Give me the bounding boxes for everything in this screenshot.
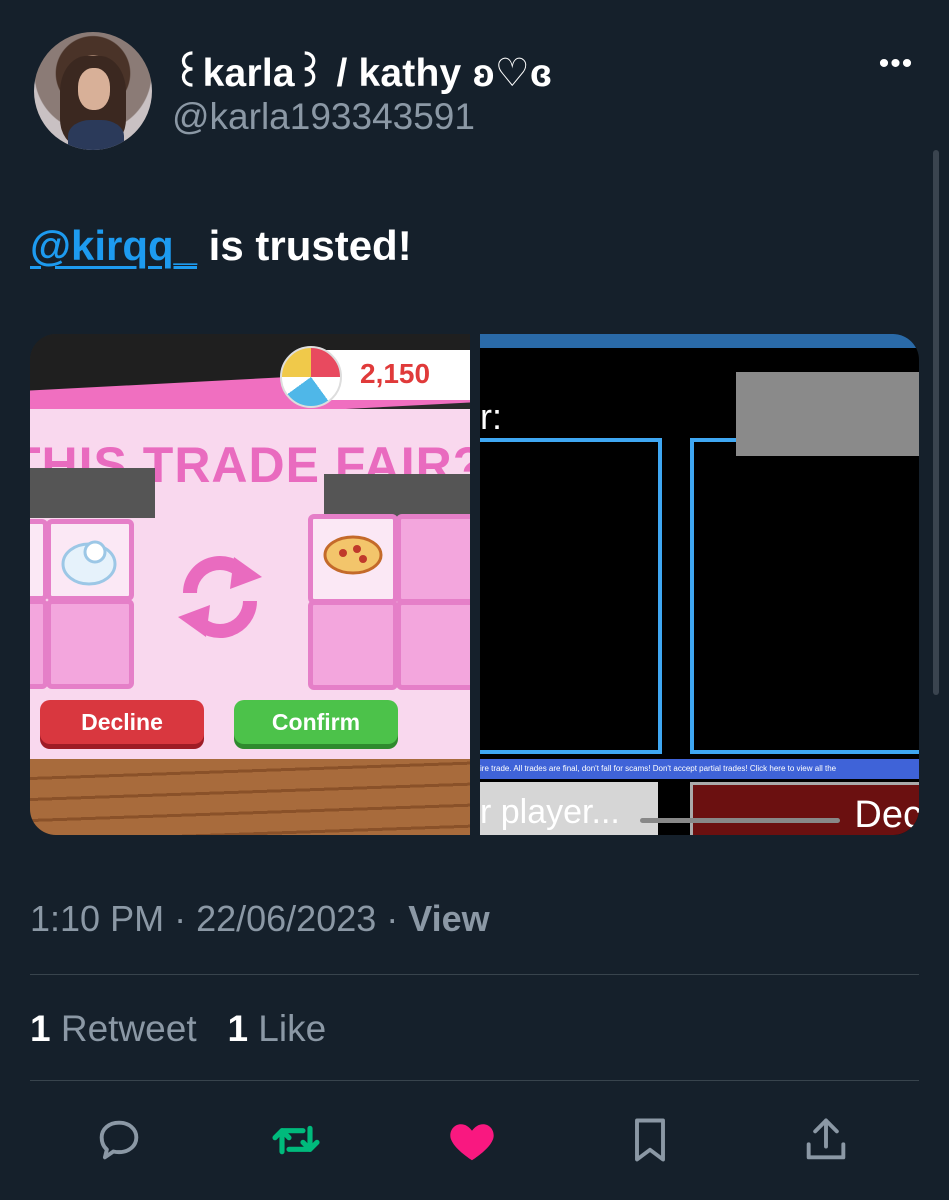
reply-icon [99, 1120, 139, 1160]
retweets-label: Retweet [60, 1008, 197, 1049]
heart-icon [450, 1124, 494, 1161]
divider [30, 974, 919, 975]
trade-slot [396, 514, 470, 604]
bookmark-icon [635, 1118, 665, 1162]
trade-slot [396, 600, 470, 690]
offer-box-right [690, 438, 919, 754]
offer-label: r: [480, 396, 502, 437]
pizza-icon [323, 535, 383, 575]
offer-box-left [480, 438, 662, 754]
wooden-floor [30, 759, 470, 835]
retweets-count: 1 [30, 1008, 51, 1049]
avatar-body [68, 120, 124, 150]
author-avatar[interactable] [34, 32, 152, 150]
trade-slot-pet [46, 519, 134, 601]
trade-slot [308, 600, 398, 690]
game-confirm-button: Confirm [234, 700, 398, 744]
mention-link[interactable]: @kirqq_ [30, 222, 197, 269]
page-scrollbar[interactable] [933, 150, 939, 695]
retweet-button[interactable] [266, 1110, 326, 1170]
game-player-button: r player... [480, 782, 658, 835]
swap-arrows-icon [178, 556, 262, 638]
game-top-band [480, 334, 919, 348]
bookmark-button[interactable] [620, 1110, 680, 1170]
game-scroll-indicator [640, 818, 840, 823]
like-button[interactable] [442, 1110, 502, 1170]
trade-slot-pizza [308, 514, 398, 604]
game-decline-button-right: Dec [690, 782, 919, 835]
tweet-timestamp: 1:10 PM · 22/06/2023 · View [30, 898, 490, 939]
more-icon[interactable]: ••• [872, 44, 920, 84]
share-button[interactable] [796, 1110, 856, 1170]
retweet-icon [272, 1125, 320, 1155]
dragon-pet-icon [61, 540, 117, 586]
trade-warning-strip: ire trade. All trades are final, don't f… [480, 759, 919, 779]
media-image-left[interactable]: THIS TRADE FAIR? 2,150 Decline Confirm [30, 334, 470, 835]
player-name-bar [736, 372, 919, 456]
retweets-stat[interactable]: 1 Retweet [30, 1008, 197, 1049]
tweet-text: @kirqq_ is trusted! [30, 222, 412, 270]
reply-button[interactable] [89, 1110, 149, 1170]
media-image-right[interactable]: r: ire trade. All trades are final, don'… [480, 334, 919, 835]
author-handle[interactable]: @karla193343591 [172, 96, 475, 138]
trade-slot [46, 599, 134, 689]
game-decline-button: Decline [40, 700, 204, 744]
engagement-stats: 1 Retweet 1 Like [30, 1008, 326, 1050]
coin-amount: 2,150 [360, 358, 431, 389]
player-name-bar-left [30, 468, 155, 518]
tweet-body-text: is trusted! [197, 222, 412, 269]
likes-label: Like [258, 1008, 327, 1049]
likes-stat[interactable]: 1 Like [227, 1008, 326, 1049]
divider [30, 1080, 919, 1081]
beach-ball-icon [280, 346, 342, 408]
likes-count: 1 [227, 1008, 249, 1049]
tweet-action-bar [0, 1110, 949, 1170]
view-link[interactable]: View [408, 898, 489, 939]
tweet-date[interactable]: 22/06/2023 [196, 898, 376, 939]
avatar-face [78, 68, 110, 110]
author-display-name[interactable]: ꒰karla꒱ / kathy ʚ♡ɞ [172, 44, 552, 96]
share-icon [806, 1118, 846, 1160]
tweet-media[interactable]: THIS TRADE FAIR? 2,150 Decline Confirm r… [30, 334, 919, 835]
tweet-time[interactable]: 1:10 PM [30, 898, 164, 939]
